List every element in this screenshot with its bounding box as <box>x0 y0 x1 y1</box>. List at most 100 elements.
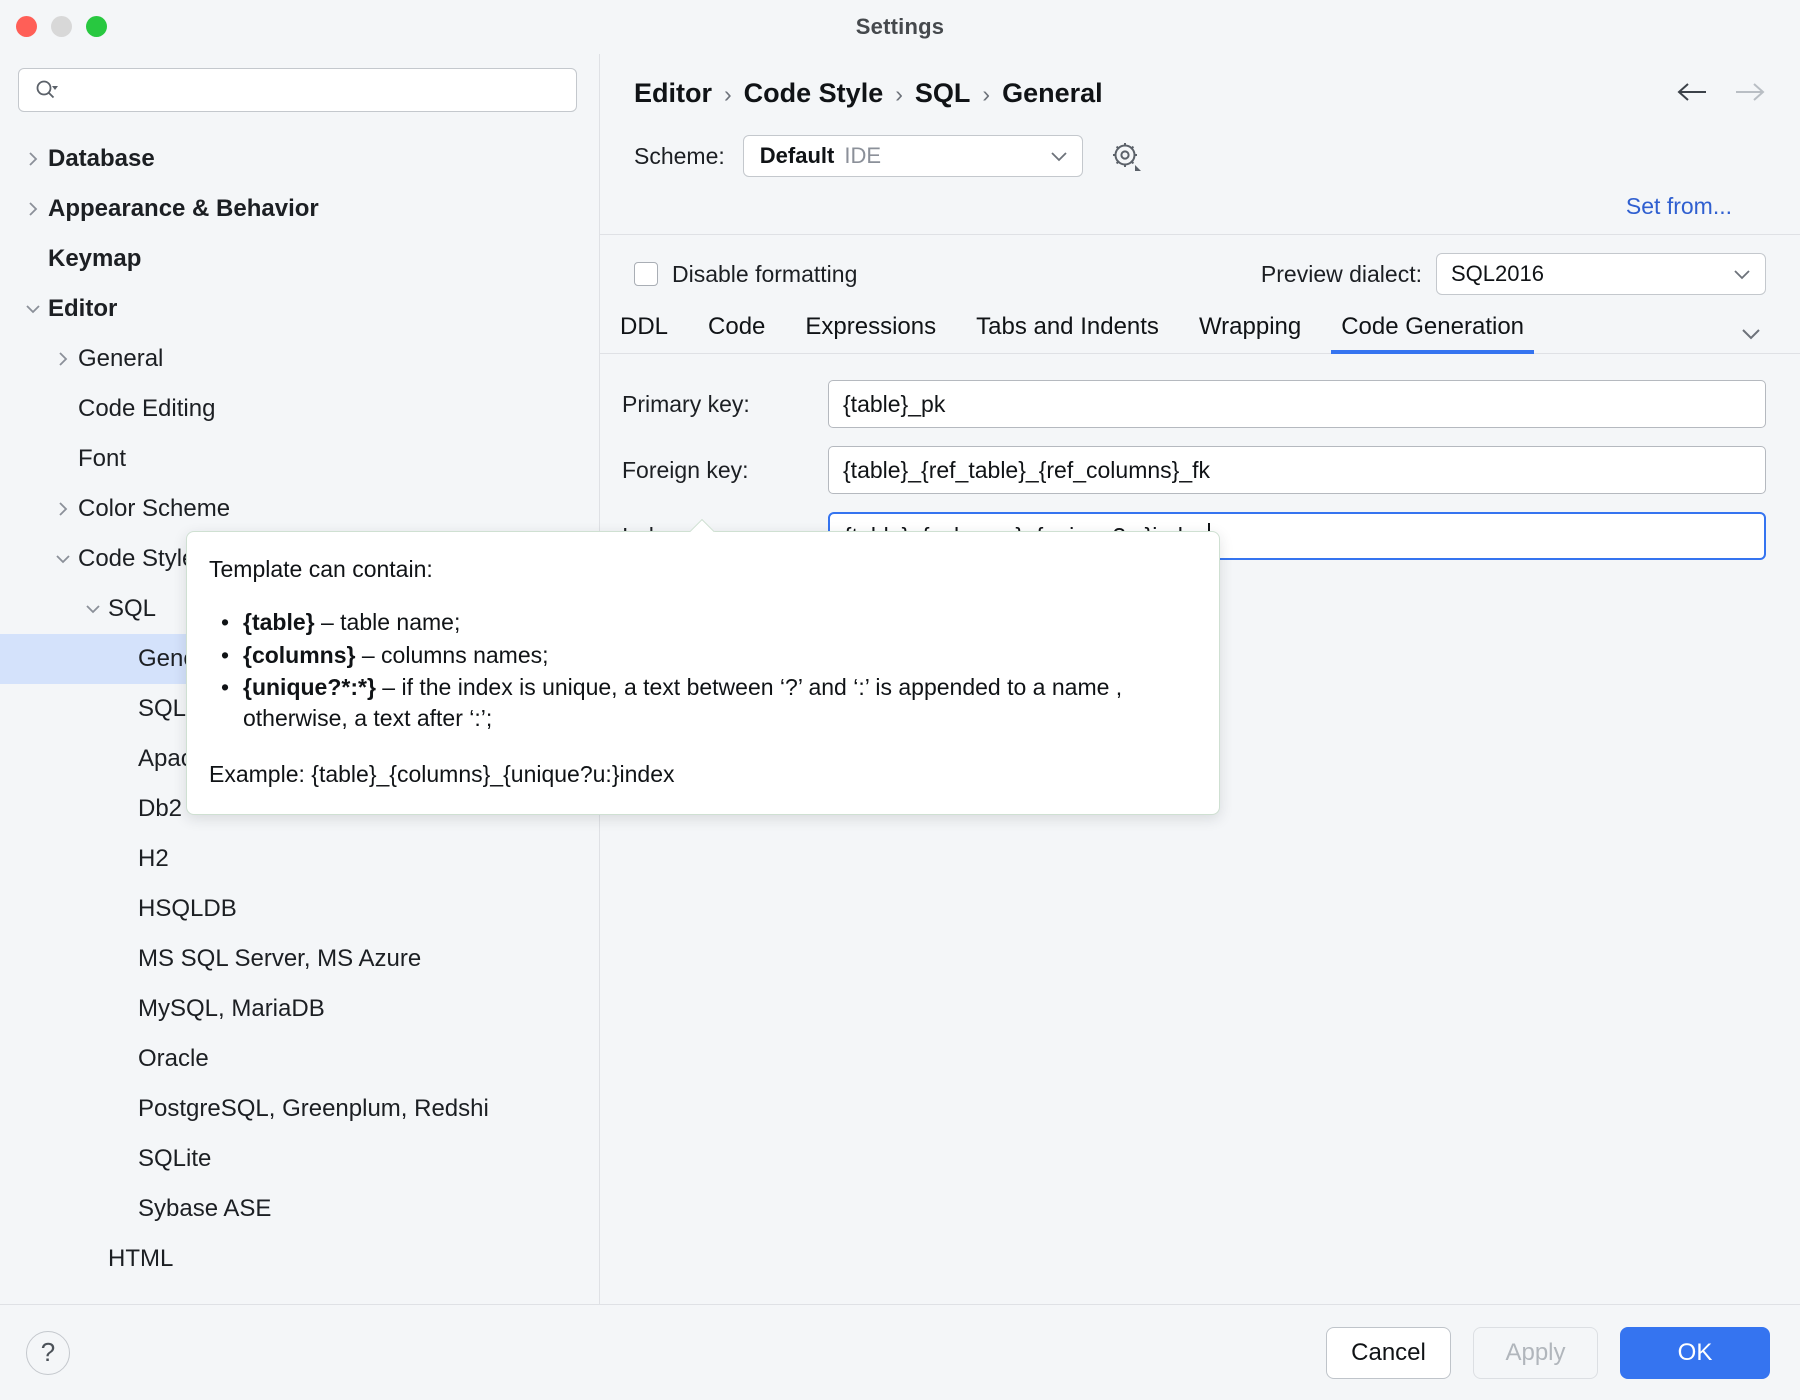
breadcrumb-item[interactable]: Code Style <box>744 78 884 109</box>
window-title: Settings <box>856 14 944 40</box>
foreign-key-input[interactable]: {table}_{ref_table}_{ref_columns}_fk <box>828 446 1766 494</box>
sidebar-item-label: Code Editing <box>78 395 215 423</box>
sidebar-item-label: SQL <box>108 595 156 623</box>
sidebar-item-label: Oracle <box>138 1045 209 1073</box>
ok-button[interactable]: OK <box>1620 1327 1770 1379</box>
sidebar-item-font[interactable]: Font <box>0 434 599 484</box>
chevron-right-icon[interactable] <box>18 150 48 168</box>
sidebar-item-ms-sql-server-ms-azure[interactable]: MS SQL Server, MS Azure <box>0 934 599 984</box>
sidebar-item-postgresql-greenplum-redshi[interactable]: PostgreSQL, Greenplum, Redshi <box>0 1084 599 1134</box>
apply-button[interactable]: Apply <box>1473 1327 1598 1379</box>
field-value: {table}_{ref_table}_{ref_columns}_fk <box>843 457 1210 484</box>
sidebar-item-label: MS SQL Server, MS Azure <box>138 945 421 973</box>
sidebar-item-label: Color Scheme <box>78 495 230 523</box>
chevron-right-icon[interactable] <box>48 500 78 518</box>
field-row: Primary key: {table}_pk <box>622 380 1766 428</box>
tab-expressions[interactable]: Expressions <box>785 313 956 353</box>
breadcrumb-item[interactable]: Editor <box>634 78 712 109</box>
help-button[interactable]: ? <box>26 1331 70 1375</box>
sidebar-item-code-editing[interactable]: Code Editing <box>0 384 599 434</box>
field-label: Foreign key: <box>622 457 812 484</box>
sidebar-item-sybase-ase[interactable]: Sybase ASE <box>0 1184 599 1234</box>
dialog-footer: ? Cancel Apply OK <box>0 1304 1800 1400</box>
tooltip-bullet: {columns} – columns names; <box>209 640 1191 671</box>
tooltip-token-desc: – table name; <box>315 609 461 635</box>
breadcrumb-item[interactable]: General <box>1002 78 1103 109</box>
minimize-button[interactable] <box>51 16 72 37</box>
chevron-down-icon[interactable] <box>1736 325 1766 353</box>
scheme-dropdown[interactable]: Default IDE <box>743 135 1083 177</box>
sidebar-item-label: Editor <box>48 295 117 323</box>
pane-header: Editor › Code Style › SQL › General <box>600 54 1800 220</box>
tooltip-token: {unique?*:*} <box>243 674 376 700</box>
footer-actions: Cancel Apply OK <box>1326 1327 1770 1379</box>
chevron-down-icon[interactable] <box>18 300 48 318</box>
chevron-down-icon[interactable] <box>78 600 108 618</box>
scheme-label: Scheme: <box>634 143 725 170</box>
primary-key-input[interactable]: {table}_pk <box>828 380 1766 428</box>
field-label: Primary key: <box>622 391 812 418</box>
sidebar-item-label: Db2 <box>138 795 182 823</box>
sidebar-item-hsqldb[interactable]: HSQLDB <box>0 884 599 934</box>
tab-code-generation[interactable]: Code Generation <box>1321 313 1544 353</box>
options-row: Disable formatting Preview dialect: SQL2… <box>600 235 1800 295</box>
sidebar-item-keymap[interactable]: Keymap <box>0 234 599 284</box>
scheme-scope: IDE <box>844 143 881 169</box>
sidebar-item-color-scheme[interactable]: Color Scheme <box>0 484 599 534</box>
template-help-tooltip: Template can contain: {table} – table na… <box>186 531 1220 815</box>
preview-dialect-value: SQL2016 <box>1451 261 1544 287</box>
chevron-right-icon[interactable] <box>48 350 78 368</box>
breadcrumb-separator: › <box>724 81 732 108</box>
arrow-right-icon[interactable] <box>1732 80 1766 104</box>
breadcrumb-item[interactable]: SQL <box>915 78 971 109</box>
set-from-link[interactable]: Set from... <box>634 177 1766 220</box>
tab-code[interactable]: Code <box>688 313 785 353</box>
search-icon <box>33 77 59 103</box>
sidebar-item-label: HSQLDB <box>138 895 237 923</box>
chevron-right-icon[interactable] <box>18 200 48 218</box>
search-area <box>0 54 599 112</box>
sidebar-item-appearance-behavior[interactable]: Appearance & Behavior <box>0 184 599 234</box>
search-input[interactable] <box>18 68 577 112</box>
sidebar-item-label: H2 <box>138 845 169 873</box>
sidebar-item-label: HTML <box>108 1245 173 1273</box>
sidebar-item-h2[interactable]: H2 <box>0 834 599 884</box>
preview-dialect-label: Preview dialect: <box>1261 261 1422 288</box>
preview-dialect-group: Preview dialect: SQL2016 <box>1261 253 1766 295</box>
tab-tabs-and-indents[interactable]: Tabs and Indents <box>956 313 1179 353</box>
nav-arrows <box>1676 80 1766 104</box>
sidebar-item-html[interactable]: HTML <box>0 1234 599 1284</box>
disable-formatting-option[interactable]: Disable formatting <box>634 261 857 288</box>
sidebar-item-label: Keymap <box>48 245 141 273</box>
sidebar-item-general[interactable]: General <box>0 334 599 384</box>
sidebar-item-database[interactable]: Database <box>0 134 599 184</box>
cancel-button[interactable]: Cancel <box>1326 1327 1451 1379</box>
sidebar-item-oracle[interactable]: Oracle <box>0 1034 599 1084</box>
sidebar-item-sqlite[interactable]: SQLite <box>0 1134 599 1184</box>
disable-formatting-label: Disable formatting <box>672 261 857 288</box>
tooltip-example: Example: {table}_{columns}_{unique?u:}in… <box>209 761 1191 788</box>
tab-ddl[interactable]: DDL <box>620 313 688 353</box>
chevron-down-icon[interactable] <box>48 550 78 568</box>
disable-formatting-checkbox[interactable] <box>634 262 658 286</box>
preview-dialect-dropdown[interactable]: SQL2016 <box>1436 253 1766 295</box>
code-generation-form: Primary key: {table}_pk Foreign key: {table… <box>600 354 1800 560</box>
sidebar-item-label: MySQL, MariaDB <box>138 995 325 1023</box>
gear-icon[interactable] <box>1109 139 1143 173</box>
zoom-button[interactable] <box>86 16 107 37</box>
breadcrumb-separator: › <box>982 81 990 108</box>
sidebar-item-mysql-mariadb[interactable]: MySQL, MariaDB <box>0 984 599 1034</box>
tooltip-token: {columns} <box>243 642 355 668</box>
close-button[interactable] <box>16 16 37 37</box>
sidebar-item-label: Appearance & Behavior <box>48 195 319 223</box>
arrow-left-icon[interactable] <box>1676 80 1710 104</box>
tooltip-token: {table} <box>243 609 315 635</box>
window-controls <box>16 16 107 37</box>
sidebar-item-label: General <box>78 345 163 373</box>
sidebar-item-label: Font <box>78 445 126 473</box>
title-bar: Settings <box>0 0 1800 54</box>
breadcrumb-separator: › <box>895 81 903 108</box>
tab-wrapping[interactable]: Wrapping <box>1179 313 1321 353</box>
sidebar-item-editor[interactable]: Editor <box>0 284 599 334</box>
field-value: {table}_pk <box>843 391 945 418</box>
